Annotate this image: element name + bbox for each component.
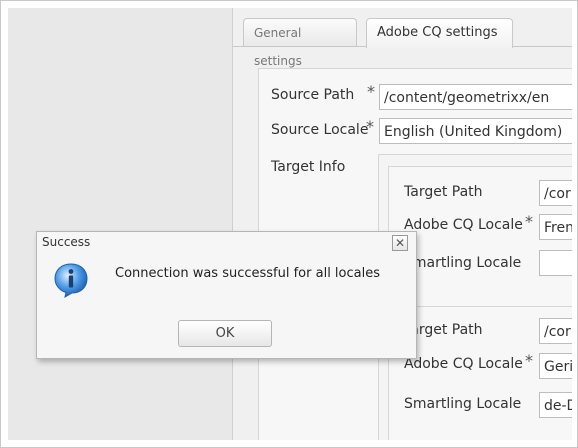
cq-locale-required-mark: *: [525, 351, 533, 370]
cq-locale-select[interactable]: Fren: [539, 214, 572, 240]
cq-locale-label: Adobe CQ Locale: [404, 356, 523, 372]
tab-general-settings[interactable]: General settings: [243, 18, 357, 68]
target-path-label: Target Path: [404, 184, 483, 200]
success-dialog: Success ✕ Connection was successful for …: [36, 231, 417, 359]
smartling-locale-label: Smartling Locale: [404, 255, 522, 271]
smartling-locale-label: Smartling Locale: [404, 396, 522, 412]
close-icon[interactable]: ✕: [392, 235, 408, 251]
cq-locale-select[interactable]: Geri: [539, 353, 572, 379]
settings-content: General settings Adobe CQ settings Sourc…: [232, 8, 572, 440]
source-locale-label: Source Locale: [271, 122, 369, 138]
target-path-field[interactable]: /cor: [539, 318, 572, 344]
left-pane: [8, 8, 232, 440]
tab-adobe-cq-settings[interactable]: Adobe CQ settings: [366, 18, 513, 48]
source-locale-required-mark: *: [366, 117, 374, 136]
dialog-message: Connection was successful for all locale…: [115, 266, 380, 281]
target-path-field[interactable]: /cor: [539, 180, 572, 206]
smartling-locale-select[interactable]: [539, 250, 572, 276]
app-frame: General settings Adobe CQ settings Sourc…: [0, 0, 578, 448]
target-info-label: Target Info: [271, 159, 346, 175]
info-icon: [54, 263, 88, 298]
source-path-required-mark: *: [367, 82, 375, 101]
smartling-locale-select[interactable]: de-D: [539, 392, 572, 418]
source-path-field[interactable]: /content/geometrixx/en: [379, 84, 572, 110]
ok-button[interactable]: OK: [178, 320, 272, 347]
cq-locale-required-mark: *: [525, 212, 533, 231]
source-locale-select[interactable]: English (United Kingdom): [379, 118, 572, 144]
dialog-title: Success: [42, 235, 91, 249]
cq-locale-label: Adobe CQ Locale: [404, 217, 523, 233]
source-path-label: Source Path: [271, 87, 355, 103]
